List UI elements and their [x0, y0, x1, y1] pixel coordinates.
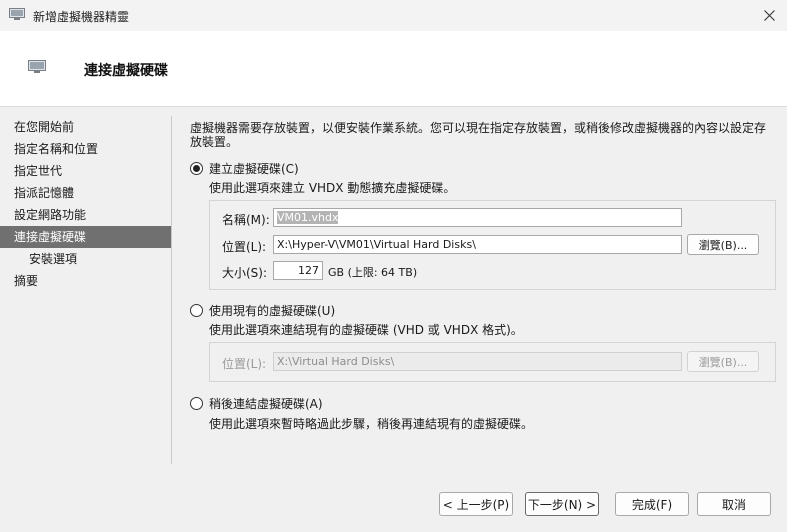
later-radio[interactable] [190, 397, 203, 410]
create-disk-option[interactable]: 建立虛擬硬碟(C) [190, 160, 299, 177]
cancel-button[interactable]: 取消 [697, 492, 771, 516]
create-disk-label: 建立虛擬硬碟(C) [209, 162, 299, 176]
existing-disk-label: 使用現有的虛擬硬碟(U) [209, 304, 336, 318]
step-name-location[interactable]: 指定名稱和位置 [0, 138, 171, 160]
location-label: 位置(L): [222, 240, 267, 254]
size-input[interactable]: 127 [273, 261, 323, 280]
close-icon [763, 10, 775, 21]
monitor-icon [28, 60, 46, 73]
step-networking[interactable]: 設定網路功能 [0, 204, 171, 226]
window-title: 新增虛擬機器精靈 [33, 10, 130, 24]
main-content: 虛擬機器需要存放裝置，以便安裝作業系統。您可以現在指定存放裝置，或稍後修改虛擬機… [190, 116, 776, 431]
existing-disk-description: 使用此選項來連結現有的虛擬硬碟 (VHD 或 VHDX 格式)。 [209, 323, 523, 337]
later-description: 使用此選項來暫時略過此步驟，稍後再連結現有的虛擬硬碟。 [209, 417, 534, 431]
existing-browse-button[interactable]: 瀏覽(B)... [687, 351, 759, 372]
existing-location-label: 位置(L): [222, 357, 267, 371]
existing-disk-group: 位置(L): X:\Virtual Hard Disks\ 瀏覽(B)... [209, 342, 776, 382]
existing-location-input[interactable]: X:\Virtual Hard Disks\ [273, 352, 682, 371]
step-before-you-begin[interactable]: 在您開始前 [0, 116, 171, 138]
step-memory[interactable]: 指派記憶體 [0, 182, 171, 204]
later-option[interactable]: 稍後連結虛擬硬碟(A) [190, 395, 323, 412]
name-input[interactable]: VM01.vhdx [273, 208, 682, 227]
browse-button[interactable]: 瀏覽(B)... [687, 234, 759, 255]
intro-text: 虛擬機器需要存放裝置，以便安裝作業系統。您可以現在指定存放裝置，或稍後修改虛擬機… [190, 121, 767, 149]
size-label: 大小(S): [222, 266, 268, 280]
step-summary[interactable]: 摘要 [0, 270, 171, 292]
name-value: VM01.vhdx [277, 211, 339, 224]
size-unit: GB (上限: 64 TB) [328, 266, 418, 279]
later-label: 稍後連結虛擬硬碟(A) [209, 397, 323, 411]
page-title: 連接虛擬硬碟 [84, 63, 168, 79]
next-button[interactable]: 下一步(N) > [525, 492, 599, 516]
create-disk-group: 名稱(M): VM01.vhdx 位置(L): X:\Hyper-V\VM01\… [209, 200, 776, 290]
back-button[interactable]: < 上一步(P) [439, 492, 513, 516]
wizard-steps: 在您開始前 指定名稱和位置 指定世代 指派記憶體 設定網路功能 連接虛擬硬碟 安… [0, 116, 172, 464]
existing-disk-radio[interactable] [190, 304, 203, 317]
wizard-header: 連接虛擬硬碟 [0, 31, 787, 107]
step-virtual-hard-disk[interactable]: 連接虛擬硬碟 [0, 226, 171, 248]
step-generation[interactable]: 指定世代 [0, 160, 171, 182]
finish-button[interactable]: 完成(F) [615, 492, 689, 516]
create-disk-radio[interactable] [190, 162, 203, 175]
create-disk-description: 使用此選項來建立 VHDX 動態擴充虛擬硬碟。 [209, 181, 456, 195]
step-installation-options[interactable]: 安裝選項 [0, 248, 171, 270]
existing-disk-option[interactable]: 使用現有的虛擬硬碟(U) [190, 302, 335, 319]
close-button[interactable] [751, 0, 787, 31]
name-label: 名稱(M): [222, 213, 270, 227]
location-input[interactable]: X:\Hyper-V\VM01\Virtual Hard Disks\ [273, 235, 682, 254]
monitor-icon [9, 8, 25, 20]
title-bar: 新增虛擬機器精靈 [0, 0, 787, 31]
